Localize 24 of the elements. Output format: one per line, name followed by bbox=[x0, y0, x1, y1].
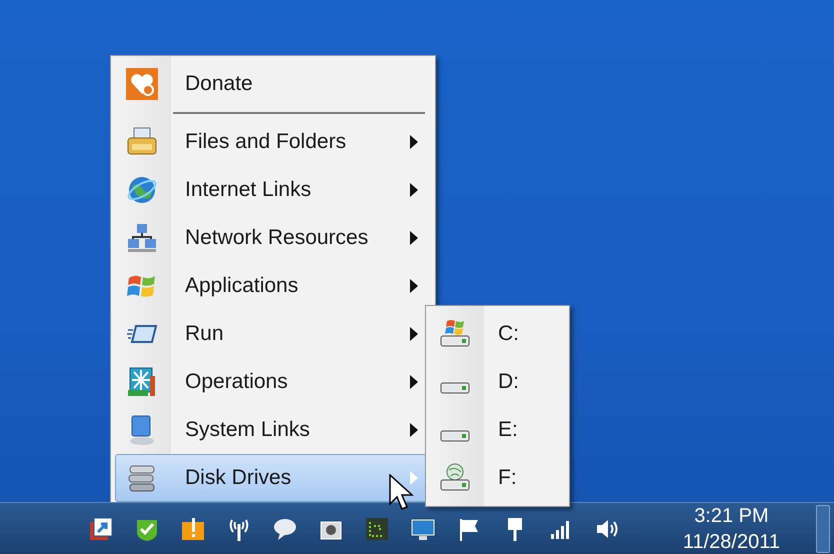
menu-item[interactable]: Internet Links bbox=[115, 166, 431, 214]
circuit-icon[interactable] bbox=[364, 516, 390, 542]
grid-icon bbox=[126, 366, 158, 398]
menu-item[interactable]: Files and Folders bbox=[115, 118, 431, 166]
menu-item[interactable]: Network Resources bbox=[115, 214, 431, 262]
menu-item[interactable]: Applications bbox=[115, 262, 431, 310]
hard-drive-icon bbox=[440, 430, 470, 442]
hard-drive-icon bbox=[440, 382, 470, 394]
globe-icon bbox=[126, 174, 158, 206]
submenu-arrow-icon bbox=[410, 471, 418, 485]
menu-item[interactable]: Donate bbox=[115, 60, 431, 108]
clock-time[interactable]: 3:21 PM bbox=[694, 502, 769, 528]
warning-icon[interactable] bbox=[180, 516, 206, 542]
clock-date[interactable]: 11/28/2011 bbox=[682, 528, 780, 554]
submenu-arrow-icon bbox=[410, 135, 418, 149]
submenu-arrow-icon bbox=[410, 279, 418, 293]
submenu-arrow-icon bbox=[410, 423, 418, 437]
network-icon bbox=[126, 222, 158, 254]
submenu-arrow-icon bbox=[410, 183, 418, 197]
shortcut-icon[interactable] bbox=[88, 516, 114, 542]
submenu-arrow-icon bbox=[410, 375, 418, 389]
submenu-arrow-icon bbox=[410, 327, 418, 341]
submenu-arrow-icon bbox=[410, 231, 418, 245]
mouse-pointer-icon bbox=[389, 474, 415, 512]
